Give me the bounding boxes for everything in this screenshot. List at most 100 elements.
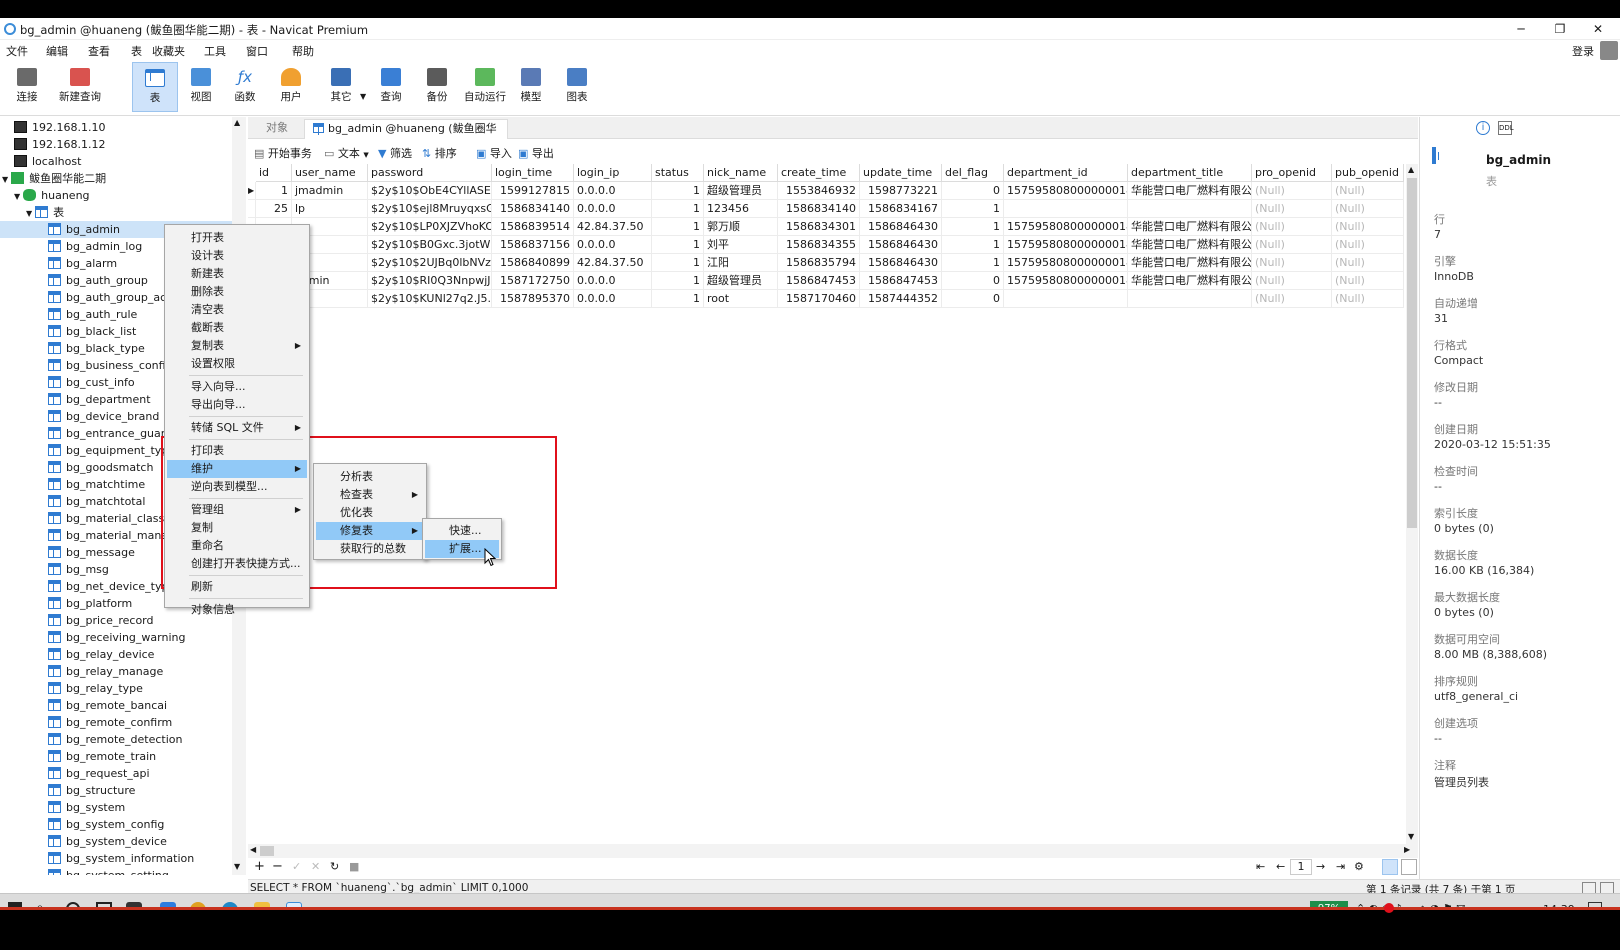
stop-icon[interactable]: ■ bbox=[349, 860, 359, 873]
grid-horizontal-scrollbar[interactable]: ◀ ▶ bbox=[248, 844, 1418, 858]
filter-button[interactable]: ▼ 筛选 bbox=[378, 145, 412, 161]
chart-button[interactable]: 图表 bbox=[554, 62, 600, 112]
table-cell[interactable]: 157595808000000018 bbox=[1004, 272, 1128, 290]
context-menu-item[interactable]: 管理组 ▶ bbox=[167, 501, 307, 519]
tree-server-localhost[interactable]: localhost bbox=[14, 153, 81, 170]
table-cell[interactable]: 0 bbox=[942, 182, 1004, 200]
menu-favorites[interactable]: 收藏夹 bbox=[152, 43, 185, 59]
table-cell[interactable]: 1 bbox=[652, 182, 704, 200]
menu-file[interactable]: 文件 bbox=[6, 43, 28, 59]
tree-table-item[interactable]: bg_message bbox=[48, 544, 135, 561]
tree-table-item[interactable]: bg_system bbox=[48, 799, 125, 816]
table-cell[interactable]: 1586834301 bbox=[778, 218, 860, 236]
table-cell[interactable]: 1 bbox=[942, 236, 1004, 254]
delete-record-button[interactable]: − bbox=[272, 859, 283, 874]
tree-table-item[interactable]: bg_relay_type bbox=[48, 680, 143, 697]
others-button[interactable]: 其它 bbox=[318, 62, 364, 112]
tree-table-item[interactable]: bg_entrance_guard_ bbox=[48, 425, 178, 442]
column-header[interactable]: nick_name bbox=[704, 164, 778, 182]
menu-help[interactable]: 帮助 bbox=[292, 43, 314, 59]
tree-table-item[interactable]: bg_system_config bbox=[48, 816, 164, 833]
table-cell[interactable]: (Null) bbox=[1332, 200, 1404, 218]
table-cell[interactable]: (Null) bbox=[1252, 200, 1332, 218]
table-cell[interactable]: 1 bbox=[942, 218, 1004, 236]
column-header[interactable]: id bbox=[256, 164, 292, 182]
tree-table-item[interactable]: bg_equipment_type bbox=[48, 442, 175, 459]
tree-table-item[interactable]: bg_system_device bbox=[48, 833, 167, 850]
table-cell[interactable]: 1586834140 bbox=[778, 200, 860, 218]
table-cell[interactable]: jmadmin bbox=[292, 182, 368, 200]
tree-table-item[interactable]: bg_admin_log bbox=[48, 238, 142, 255]
column-header[interactable]: status bbox=[652, 164, 704, 182]
maintain-submenu-item[interactable]: 分析表 bbox=[316, 468, 424, 486]
table-cell[interactable]: 1587895370 bbox=[492, 290, 574, 308]
table-cell[interactable]: $2y$10$2UJBq0lbNVzwF0 bbox=[368, 254, 492, 272]
tree-table-item[interactable]: bg_auth_group bbox=[48, 272, 148, 289]
table-cell[interactable]: 华能营口电厂燃料有限公司 bbox=[1128, 272, 1252, 290]
context-menu-item[interactable]: 导入向导... bbox=[167, 378, 307, 396]
table-cell[interactable]: (Null) bbox=[1332, 182, 1404, 200]
new-query-button[interactable]: 新建查询 bbox=[54, 62, 106, 112]
table-cell[interactable]: 华能营口电厂燃料有限公司 bbox=[1128, 218, 1252, 236]
restore-button[interactable]: ❐ bbox=[1547, 20, 1573, 38]
tree-table-item[interactable]: bg_remote_bancai bbox=[48, 697, 167, 714]
table-cell[interactable]: (Null) bbox=[1332, 218, 1404, 236]
table-cell[interactable]: 1586846430 bbox=[860, 254, 942, 272]
column-header[interactable]: department_title bbox=[1128, 164, 1252, 182]
tree-table-item[interactable]: bg_msg bbox=[48, 561, 109, 578]
prev-page-button[interactable]: ← bbox=[1276, 860, 1285, 873]
table-cell[interactable]: (Null) bbox=[1252, 272, 1332, 290]
tree-table-item[interactable]: bg_net_device_type bbox=[48, 578, 175, 595]
scroll-thumb[interactable] bbox=[260, 846, 274, 856]
menu-view[interactable]: 查看 bbox=[88, 43, 110, 59]
tree-connection-current[interactable]: ▼ 鲅鱼圈华能二期 bbox=[2, 170, 106, 187]
table-cell[interactable]: 1 bbox=[652, 254, 704, 272]
scroll-left-icon[interactable]: ◀ bbox=[250, 845, 256, 854]
column-header[interactable]: pro_openid bbox=[1252, 164, 1332, 182]
table-cell[interactable]: 0 bbox=[942, 290, 1004, 308]
table-cell[interactable]: 157595808000000018 bbox=[1004, 254, 1128, 272]
table-cell[interactable]: 1586834167 bbox=[860, 200, 942, 218]
table-cell[interactable]: $2y$10$ObE4CYllASEZRd bbox=[368, 182, 492, 200]
context-menu-item[interactable]: 打开表 bbox=[167, 229, 307, 247]
maintain-submenu-item[interactable]: 检查表 ▶ bbox=[316, 486, 424, 504]
tables-button[interactable]: 表 bbox=[132, 62, 178, 112]
tree-server-192-168-1-10[interactable]: 192.168.1.10 bbox=[14, 119, 105, 136]
table-cell[interactable]: 0.0.0.0 bbox=[574, 290, 652, 308]
table-cell[interactable]: $2y$10$RI0Q3NnpwjJepd bbox=[368, 272, 492, 290]
table-cell[interactable]: 1586839514 bbox=[492, 218, 574, 236]
tab-bg-admin[interactable]: bg_admin @huaneng (鲅鱼圈华能二... bbox=[304, 119, 508, 153]
scroll-up-icon[interactable]: ▲ bbox=[234, 118, 240, 127]
table-cell[interactable]: 1586846430 bbox=[860, 236, 942, 254]
text-button[interactable]: ▭ 文本 ▼ bbox=[324, 145, 369, 161]
column-header[interactable]: update_time bbox=[860, 164, 942, 182]
table-cell[interactable]: 华能营口电厂燃料有限公司 bbox=[1128, 236, 1252, 254]
table-cell[interactable]: 1586840899 bbox=[492, 254, 574, 272]
tree-table-item[interactable]: bg_relay_manage bbox=[48, 663, 163, 680]
table-cell[interactable]: 1598773221 bbox=[860, 182, 942, 200]
grid-vertical-scrollbar[interactable]: ▲ ▼ bbox=[1406, 164, 1418, 844]
table-cell[interactable]: 1586834355 bbox=[778, 236, 860, 254]
info-icon[interactable]: i bbox=[1476, 121, 1490, 135]
table-cell[interactable]: 42.84.37.50 bbox=[574, 218, 652, 236]
context-menu-item[interactable]: 刷新 bbox=[167, 578, 307, 596]
others-dropdown-icon[interactable]: ▼ bbox=[360, 92, 366, 101]
column-header[interactable]: department_id bbox=[1004, 164, 1128, 182]
table-cell[interactable]: 1599127815 bbox=[492, 182, 574, 200]
tree-database-huaneng[interactable]: ▼ huaneng bbox=[14, 187, 90, 204]
auto-run-button[interactable]: 自动运行 bbox=[458, 62, 512, 112]
table-cell[interactable]: 1 bbox=[652, 218, 704, 236]
table-cell[interactable]: $2y$10$LP0XJZVhoKOxpV bbox=[368, 218, 492, 236]
menu-table[interactable]: 表 bbox=[131, 43, 142, 59]
table-cell[interactable]: 42.84.37.50 bbox=[574, 254, 652, 272]
table-cell[interactable]: (Null) bbox=[1332, 236, 1404, 254]
tree-table-item[interactable]: bg_business_config bbox=[48, 357, 173, 374]
tree-table-item[interactable]: bg_alarm bbox=[48, 255, 117, 272]
table-cell[interactable]: 1553846932 bbox=[778, 182, 860, 200]
table-cell[interactable]: lp bbox=[292, 200, 368, 218]
table-cell[interactable]: 0.0.0.0 bbox=[574, 182, 652, 200]
tree-table-item[interactable]: bg_auth_group_acce bbox=[48, 289, 179, 306]
functions-button[interactable]: ƒx 函数 bbox=[222, 62, 268, 112]
table-cell[interactable]: 1 bbox=[942, 200, 1004, 218]
context-menu-item[interactable]: 创建打开表快捷方式... bbox=[167, 555, 307, 573]
